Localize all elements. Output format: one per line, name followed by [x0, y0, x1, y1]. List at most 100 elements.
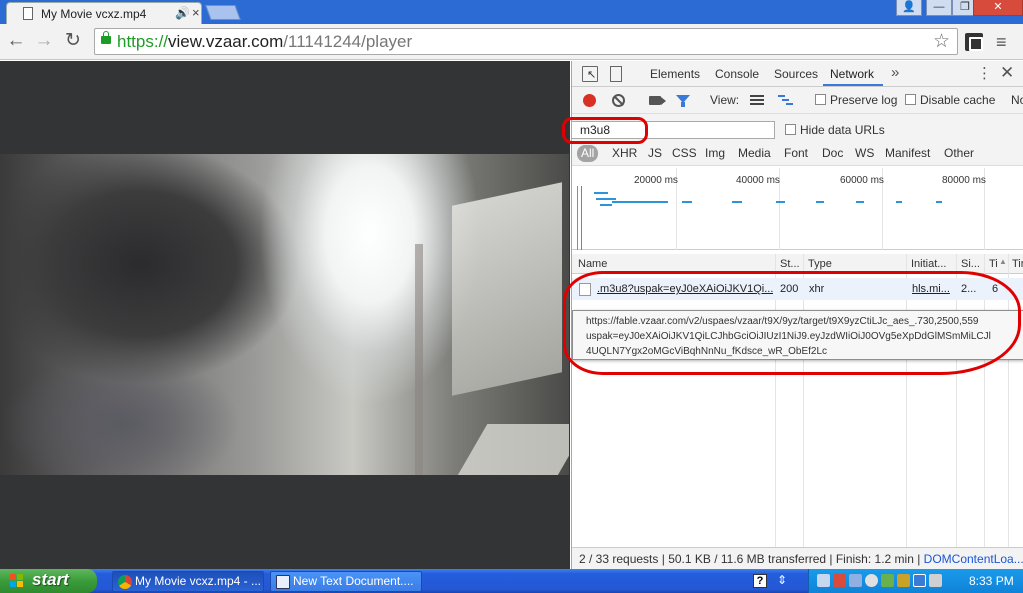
request-time: 6 — [992, 283, 999, 295]
record-icon[interactable] — [583, 94, 596, 107]
start-button[interactable]: start — [0, 569, 97, 593]
browser-tab[interactable]: My Movie vcxz.mp4 🔊 × — [6, 2, 202, 24]
tab-close-icon[interactable]: × — [192, 5, 200, 20]
type-filter-doc[interactable]: Doc — [822, 146, 843, 160]
tray-arrow-icon[interactable]: ⇕ — [777, 573, 787, 587]
request-count: 2 / 33 requests — [579, 552, 659, 566]
taskbar-button-notepad[interactable]: New Text Document.... — [270, 571, 422, 592]
overview-request-bar — [612, 201, 668, 203]
back-button[interactable]: ← — [6, 31, 26, 51]
start-label: start — [32, 570, 69, 589]
list-view-icon[interactable] — [750, 95, 764, 105]
hide-data-urls-checkbox[interactable] — [785, 124, 796, 135]
taskbar-button-chrome[interactable]: My Movie vcxz.mp4 - ... — [112, 571, 264, 592]
volume-icon[interactable] — [929, 574, 942, 587]
clear-icon[interactable] — [612, 94, 625, 107]
reload-button[interactable]: ↻ — [63, 31, 83, 51]
preserve-log-checkbox[interactable] — [815, 94, 826, 105]
type-filter-xhr[interactable]: XHR — [612, 146, 637, 160]
transferred-size: 50.1 KB / 11.6 MB transferred — [668, 552, 827, 566]
tab-console[interactable]: Console — [715, 67, 759, 81]
devtools-close-icon[interactable]: ✕ — [1000, 63, 1014, 83]
audio-playing-icon[interactable]: 🔊 — [175, 6, 190, 20]
profile-icon[interactable]: 👤 — [896, 0, 922, 16]
offline-label[interactable]: No — [1011, 93, 1023, 107]
column-name[interactable]: Name — [578, 258, 768, 270]
tab-sources[interactable]: Sources — [774, 67, 818, 81]
column-type[interactable]: Type — [808, 258, 898, 270]
chrome-menu-icon[interactable]: ≡ — [996, 32, 1007, 53]
bookmark-star-icon[interactable]: ☆ — [933, 30, 950, 53]
tab-network[interactable]: Network — [830, 67, 874, 81]
tray-app-icon[interactable] — [881, 574, 894, 587]
security-icon[interactable] — [833, 574, 846, 587]
type-filter-manifest[interactable]: Manifest — [885, 146, 930, 160]
overview-tick-label: 80000 ms — [942, 175, 986, 186]
more-tabs-icon[interactable]: » — [891, 64, 899, 81]
column-timeline[interactable]: Tir — [1012, 258, 1023, 270]
tray-app-icon[interactable] — [913, 574, 926, 587]
new-tab-button[interactable] — [205, 5, 241, 20]
overview-request-bar — [732, 201, 742, 203]
overview-tick-label: 40000 ms — [736, 175, 780, 186]
overview-view-icon[interactable] — [778, 95, 792, 105]
tray-app-icon[interactable] — [897, 574, 910, 587]
type-filter-ws[interactable]: WS — [855, 146, 874, 160]
capture-screenshots-icon[interactable] — [649, 96, 666, 105]
tab-title: My Movie vcxz.mp4 — [41, 7, 147, 21]
view-label: View: — [710, 93, 740, 107]
device-toolbar-icon[interactable] — [610, 66, 622, 82]
type-filter-media[interactable]: Media — [738, 146, 771, 160]
filter-input[interactable]: m3u8 — [571, 121, 775, 139]
overview-request-bar — [594, 192, 608, 194]
filter-icon[interactable] — [676, 95, 690, 107]
video-frame-detail — [415, 244, 423, 475]
sort-indicator-icon: ▲ — [999, 257, 1007, 266]
minimize-button[interactable]: — — [926, 0, 952, 16]
overview-request-bar — [896, 201, 902, 203]
overview-request-bar — [682, 201, 692, 203]
forward-button[interactable]: → — [34, 31, 54, 51]
video-player[interactable] — [0, 154, 569, 475]
url-scheme: https:// — [117, 32, 169, 51]
devtools-menu-icon[interactable]: ⋮ — [977, 64, 992, 82]
devtools-tabbar: Elements Console Sources Network » ⋮ ✕ — [572, 61, 1023, 87]
active-tab-indicator — [823, 84, 883, 86]
column-status[interactable]: St... — [780, 258, 802, 270]
video-frame-detail — [452, 424, 569, 475]
close-window-button[interactable]: ✕ — [973, 0, 1023, 16]
inspect-element-icon[interactable] — [582, 66, 598, 82]
finish-time: Finish: 1.2 min — [835, 552, 914, 566]
dom-content-loaded-time: DOMContentLoa... — [923, 552, 1023, 566]
type-filter-css[interactable]: CSS — [672, 146, 697, 160]
tray-app-icon[interactable] — [865, 574, 878, 587]
extension-icon[interactable] — [965, 33, 983, 51]
type-filter-all[interactable]: All — [577, 145, 599, 162]
dom-content-loaded-marker — [577, 186, 578, 250]
column-size[interactable]: Si... — [961, 258, 983, 270]
notepad-icon — [276, 575, 290, 589]
network-icon[interactable] — [817, 574, 830, 587]
tab-strip: My Movie vcxz.mp4 🔊 × 👤 — ❐ ✕ — [0, 0, 1023, 24]
type-filter-font[interactable]: Font — [784, 146, 808, 160]
tray-app-icon[interactable] — [849, 574, 862, 587]
chrome-icon — [118, 575, 132, 589]
table-row[interactable]: .m3u8?uspak=eyJ0eXAiOiJKV1Qi... 200 xhr … — [572, 278, 1023, 300]
type-filter-js[interactable]: JS — [648, 146, 662, 160]
tab-elements[interactable]: Elements — [650, 67, 700, 81]
request-name[interactable]: .m3u8?uspak=eyJ0eXAiOiJKV1Qi... — [597, 283, 773, 295]
type-filter-other[interactable]: Other — [944, 146, 974, 160]
url-path: /11141244/player — [283, 32, 413, 51]
request-initiator[interactable]: hls.mi... — [912, 283, 954, 295]
column-initiator[interactable]: Initiat... — [911, 258, 955, 270]
clock[interactable]: 8:33 PM — [969, 574, 1014, 588]
address-bar[interactable]: https://view.vzaar.com/11141244/player ☆ — [94, 28, 958, 55]
overview-request-bar — [816, 201, 824, 203]
network-overview[interactable]: 20000 ms 40000 ms 60000 ms 80000 ms — [572, 168, 1023, 250]
help-icon[interactable]: ? — [753, 574, 767, 588]
disable-cache-checkbox[interactable] — [905, 94, 916, 105]
url-tooltip: https://fable.vzaar.com/v2/uspaes/vzaar/… — [572, 310, 1023, 360]
tooltip-line: uspak=eyJ0eXAiOiJKV1QiLCJhbGciOiJIUzI1Ni… — [586, 331, 991, 342]
taskbar-button-label: My Movie vcxz.mp4 - ... — [135, 574, 262, 588]
type-filter-img[interactable]: Img — [705, 146, 725, 160]
